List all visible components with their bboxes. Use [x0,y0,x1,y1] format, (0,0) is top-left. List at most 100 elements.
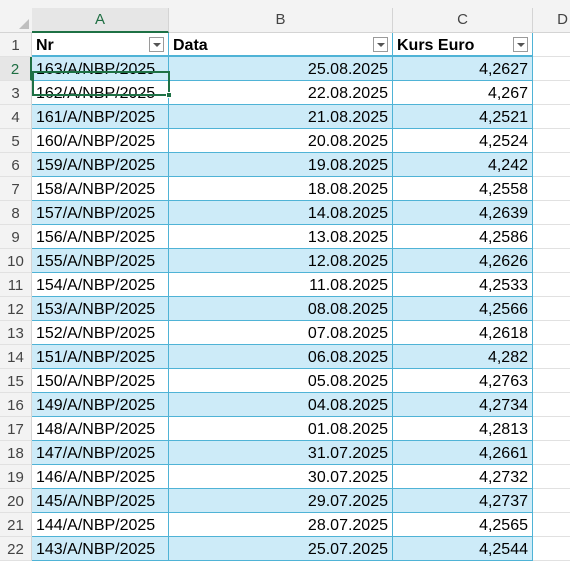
cell-data[interactable]: 31.07.2025 [169,441,393,465]
cell-kurs-euro[interactable]: 4,2524 [393,129,533,153]
cell-kurs-euro[interactable]: 4,2544 [393,537,533,561]
header-cell-data[interactable]: Data [169,33,393,57]
spreadsheet-grid[interactable]: A B C D 1 2 3 4 5 6 7 8 9 10 11 12 13 14 15 16 17 18 19 20 2… [0,0,570,561]
cell-data[interactable]: 13.08.2025 [169,225,393,249]
row-header[interactable]: 18 [0,441,32,465]
cell-data[interactable]: 30.07.2025 [169,465,393,489]
cell-data[interactable]: 28.07.2025 [169,513,393,537]
cell-kurs-euro[interactable]: 4,267 [393,81,533,105]
cell-nr[interactable]: 161/A/NBP/2025 [32,105,169,129]
cell-nr[interactable]: 155/A/NBP/2025 [32,249,169,273]
cell-kurs-euro[interactable]: 4,2586 [393,225,533,249]
cell-kurs-euro[interactable]: 4,2732 [393,465,533,489]
row-header[interactable]: 21 [0,513,32,537]
row-header[interactable]: 16 [0,393,32,417]
filter-button-kurs-euro-filter-dropdown-icon[interactable] [513,37,528,52]
cell-nr[interactable]: 143/A/NBP/2025 [32,537,169,561]
cell-data[interactable]: 11.08.2025 [169,273,393,297]
cell-nr[interactable]: 158/A/NBP/2025 [32,177,169,201]
cell-nr[interactable]: 160/A/NBP/2025 [32,129,169,153]
cell-nr[interactable]: 163/A/NBP/2025 [32,57,169,81]
row-header[interactable]: 6 [0,153,32,177]
row-header[interactable]: 12 [0,297,32,321]
cell-nr[interactable]: 153/A/NBP/2025 [32,297,169,321]
cell-kurs-euro[interactable]: 4,2813 [393,417,533,441]
row-header[interactable]: 20 [0,489,32,513]
cell-nr[interactable]: 162/A/NBP/2025 [32,81,169,105]
row-header[interactable]: 15 [0,369,32,393]
row-header[interactable]: 7 [0,177,32,201]
row-header[interactable]: 5 [0,129,32,153]
row-header[interactable]: 19 [0,465,32,489]
column-header-b[interactable]: B [169,8,393,32]
row-header[interactable]: 22 [0,537,32,561]
cell-data[interactable]: 29.07.2025 [169,489,393,513]
header-cell-nr[interactable]: Nr [32,33,169,57]
cell-data[interactable]: 04.08.2025 [169,393,393,417]
cell-nr[interactable]: 151/A/NBP/2025 [32,345,169,369]
row-header[interactable]: 2 [0,57,32,81]
cell-kurs-euro[interactable]: 4,2639 [393,201,533,225]
fill-handle[interactable] [166,92,172,98]
cell-nr[interactable]: 156/A/NBP/2025 [32,225,169,249]
row-header[interactable]: 13 [0,321,32,345]
cell-data[interactable]: 20.08.2025 [169,129,393,153]
cell-data[interactable]: 19.08.2025 [169,153,393,177]
row-header[interactable]: 3 [0,81,32,105]
cell-data[interactable]: 21.08.2025 [169,105,393,129]
cell-kurs-euro[interactable]: 4,2734 [393,393,533,417]
cell-kurs-euro[interactable]: 4,2661 [393,441,533,465]
cell-kurs-euro[interactable]: 4,2558 [393,177,533,201]
cell-kurs-euro[interactable]: 4,2565 [393,513,533,537]
row-header[interactable]: 17 [0,417,32,441]
gridline [533,224,570,225]
cell-kurs-euro[interactable]: 4,2627 [393,57,533,81]
cell-kurs-euro[interactable]: 4,282 [393,345,533,369]
filter-button-data-filter-dropdown-icon[interactable] [373,37,388,52]
cell-kurs-euro[interactable]: 4,2618 [393,321,533,345]
cell-data[interactable]: 01.08.2025 [169,417,393,441]
cell-data[interactable]: 08.08.2025 [169,297,393,321]
cell-nr[interactable]: 146/A/NBP/2025 [32,465,169,489]
row-header[interactable]: 9 [0,225,32,249]
cell-kurs-euro[interactable]: 4,2533 [393,273,533,297]
cell-data[interactable]: 12.08.2025 [169,249,393,273]
cell-nr[interactable]: 157/A/NBP/2025 [32,201,169,225]
row-header[interactable]: 8 [0,201,32,225]
row-header[interactable]: 10 [0,249,32,273]
cell-data[interactable]: 14.08.2025 [169,201,393,225]
cell-kurs-euro[interactable]: 4,2737 [393,489,533,513]
cell-kurs-euro[interactable]: 4,242 [393,153,533,177]
header-cell-kurs-euro[interactable]: Kurs Euro [393,33,533,57]
cell-kurs-euro[interactable]: 4,2626 [393,249,533,273]
cell-data[interactable]: 25.07.2025 [169,537,393,561]
cell-nr[interactable]: 144/A/NBP/2025 [32,513,169,537]
cell-kurs-euro[interactable]: 4,2566 [393,297,533,321]
cell-data[interactable]: 06.08.2025 [169,345,393,369]
row-header[interactable]: 4 [0,105,32,129]
select-all-button[interactable] [0,8,33,32]
cell-nr[interactable]: 159/A/NBP/2025 [32,153,169,177]
cell-nr[interactable]: 145/A/NBP/2025 [32,489,169,513]
cell-kurs-euro[interactable]: 4,2763 [393,369,533,393]
column-header-c[interactable]: C [393,8,533,32]
cell-nr[interactable]: 150/A/NBP/2025 [32,369,169,393]
cell-data[interactable]: 25.08.2025 [169,57,393,81]
column-header-d[interactable]: D [533,8,570,32]
cell-data[interactable]: 07.08.2025 [169,321,393,345]
cell-kurs-euro[interactable]: 4,2521 [393,105,533,129]
cell-nr[interactable]: 149/A/NBP/2025 [32,393,169,417]
row-header[interactable]: 1 [0,33,32,57]
row-header[interactable]: 14 [0,345,32,369]
row-header[interactable]: 11 [0,273,32,297]
cell-data[interactable]: 18.08.2025 [169,177,393,201]
filter-button-nr-filter-dropdown-icon[interactable] [149,37,164,52]
cell-nr[interactable]: 152/A/NBP/2025 [32,321,169,345]
cell-data[interactable]: 22.08.2025 [169,81,393,105]
cell-nr[interactable]: 147/A/NBP/2025 [32,441,169,465]
cell-nr[interactable]: 154/A/NBP/2025 [32,273,169,297]
empty-column-d[interactable] [533,33,570,561]
cell-nr[interactable]: 148/A/NBP/2025 [32,417,169,441]
cell-data[interactable]: 05.08.2025 [169,369,393,393]
column-header-a[interactable]: A [32,8,169,33]
